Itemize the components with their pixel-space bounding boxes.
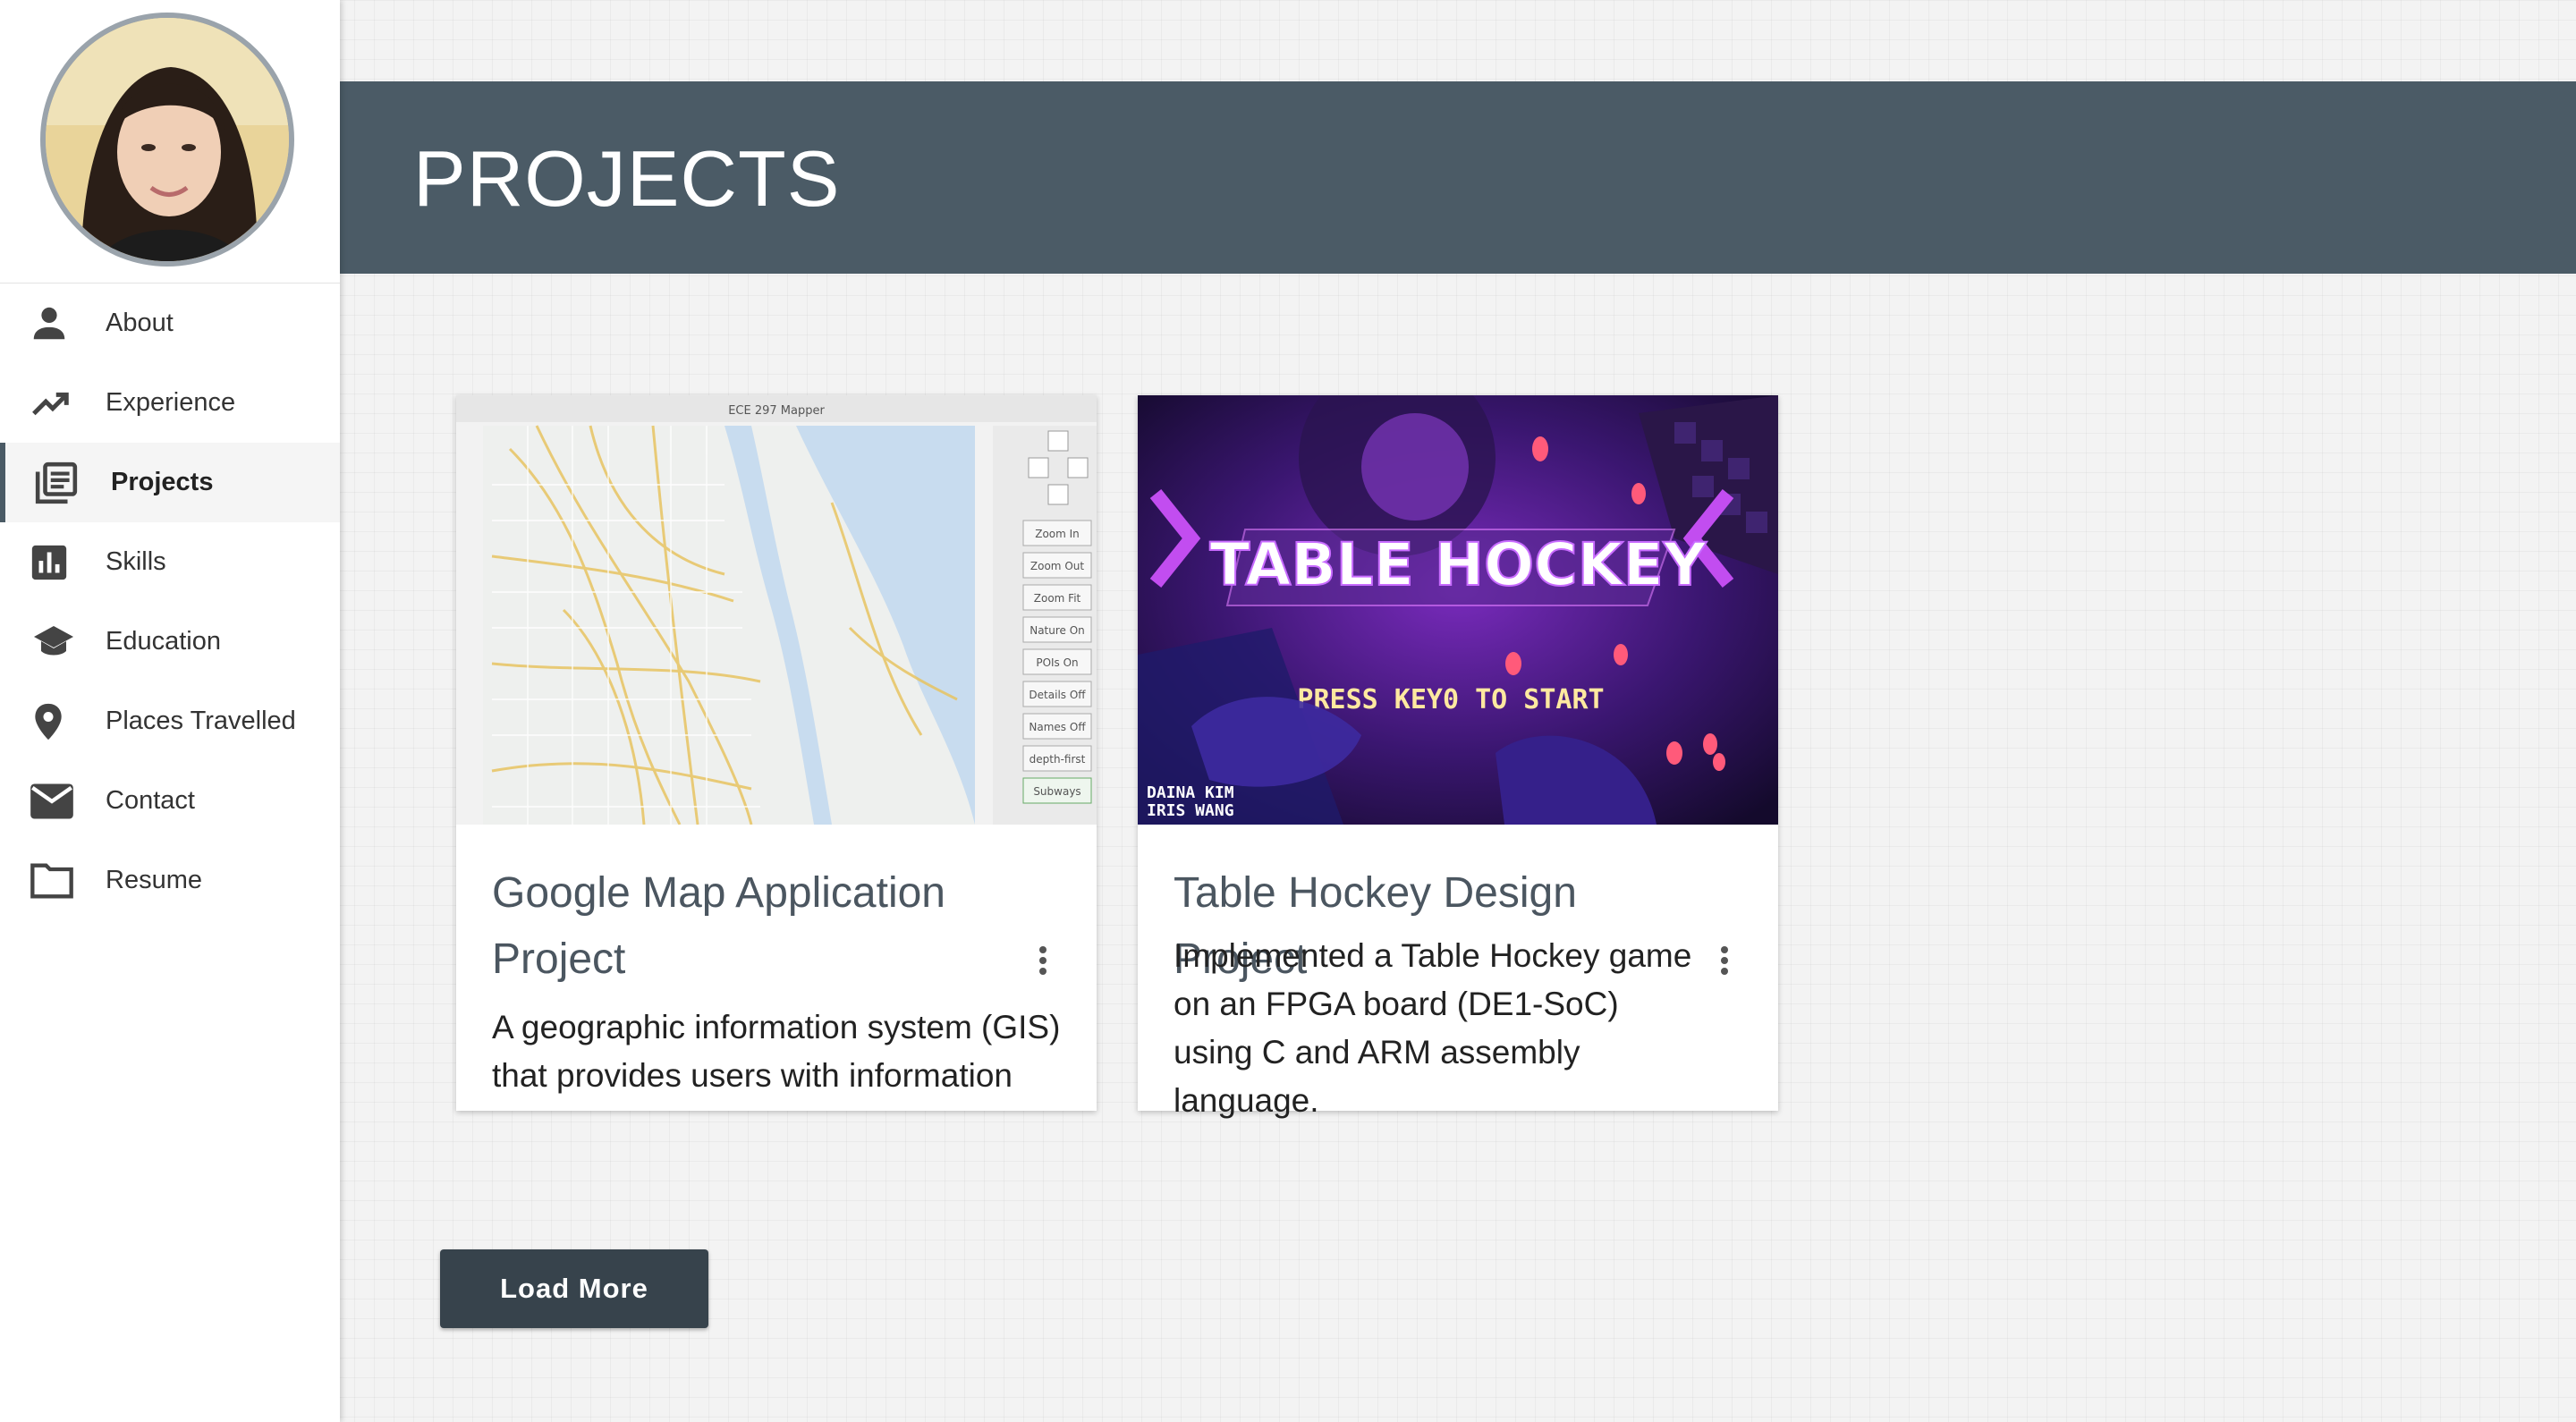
load-more-button[interactable]: Load More <box>440 1249 708 1328</box>
project-image-map: ECE 297 Mapper Zoom In Zoom Out Zoom Fit… <box>456 395 1097 825</box>
map-control-zoom-out: Zoom Out <box>1030 560 1084 572</box>
trending-up-icon <box>29 378 79 428</box>
page-title: PROJECTS <box>413 134 841 223</box>
graduation-cap-icon <box>29 617 79 667</box>
sidebar-item-label: Resume <box>106 866 202 894</box>
map-control-nature: Nature On <box>1030 624 1085 637</box>
sidebar-item-education[interactable]: Education <box>0 602 340 681</box>
project-image-table-hockey: TABLE HOCKEY PRESS KEY0 TO START DAINA K… <box>1138 395 1778 825</box>
sidebar-item-label: Education <box>106 627 221 656</box>
envelope-icon <box>29 776 79 826</box>
game-title: TABLE HOCKEY <box>1209 530 1707 599</box>
more-vert-icon[interactable] <box>1036 943 1050 982</box>
sidebar-item-label: Contact <box>106 786 195 815</box>
map-control-names: Names Off <box>1029 721 1086 733</box>
sidebar-item-label: About <box>106 309 174 337</box>
map-control-subways: Subways <box>1033 785 1080 798</box>
sidebar-nav: About Experience Projects Skills Educati… <box>0 284 340 920</box>
map-control-details: Details Off <box>1029 689 1086 701</box>
sidebar-item-contact[interactable]: Contact <box>0 761 340 841</box>
map-control-pois: POIs On <box>1036 656 1078 669</box>
project-description: Implemented a Table Hockey game on an FP… <box>1174 937 1692 1119</box>
sidebar-item-about[interactable]: About <box>0 284 340 363</box>
sidebar-item-experience[interactable]: Experience <box>0 363 340 443</box>
article-icon <box>34 458 84 508</box>
avatar <box>40 13 294 267</box>
more-vert-icon[interactable] <box>1717 943 1732 982</box>
game-prompt: PRESS KEY0 TO START <box>1297 684 1604 715</box>
folder-icon <box>29 856 79 906</box>
sidebar-item-skills[interactable]: Skills <box>0 522 340 602</box>
project-card-google-map[interactable]: ECE 297 Mapper Zoom In Zoom Out Zoom Fit… <box>456 395 1097 1111</box>
project-card-table-hockey[interactable]: TABLE HOCKEY PRESS KEY0 TO START DAINA K… <box>1138 395 1778 1119</box>
sidebar-item-projects[interactable]: Projects <box>0 443 340 522</box>
sidebar-item-label: Projects <box>111 468 214 496</box>
credit-1: DAINA KIM <box>1147 783 1234 802</box>
bar-chart-icon <box>29 537 79 588</box>
map-control-depth-first: depth-first <box>1030 753 1086 766</box>
map-window-title: ECE 297 Mapper <box>728 404 825 418</box>
sidebar-item-places-travelled[interactable]: Places Travelled <box>0 681 340 761</box>
profile-area <box>0 0 340 284</box>
sidebar-item-label: Skills <box>106 547 166 576</box>
person-icon <box>29 299 79 349</box>
sidebar-item-resume[interactable]: Resume <box>0 841 340 920</box>
sidebar-item-label: Places Travelled <box>106 707 296 735</box>
sidebar-item-label: Experience <box>106 388 236 417</box>
project-description: A geographic information system (GIS) th… <box>492 1009 1061 1094</box>
sidebar: About Experience Projects Skills Educati… <box>0 0 340 1422</box>
map-pin-icon <box>29 697 79 747</box>
credit-2: IRIS WANG <box>1147 801 1234 820</box>
map-control-zoom-in: Zoom In <box>1035 528 1080 540</box>
project-title[interactable]: Google Map Application Project <box>492 860 993 993</box>
page-header: PROJECTS <box>340 81 2576 274</box>
map-control-zoom-fit: Zoom Fit <box>1034 592 1081 605</box>
